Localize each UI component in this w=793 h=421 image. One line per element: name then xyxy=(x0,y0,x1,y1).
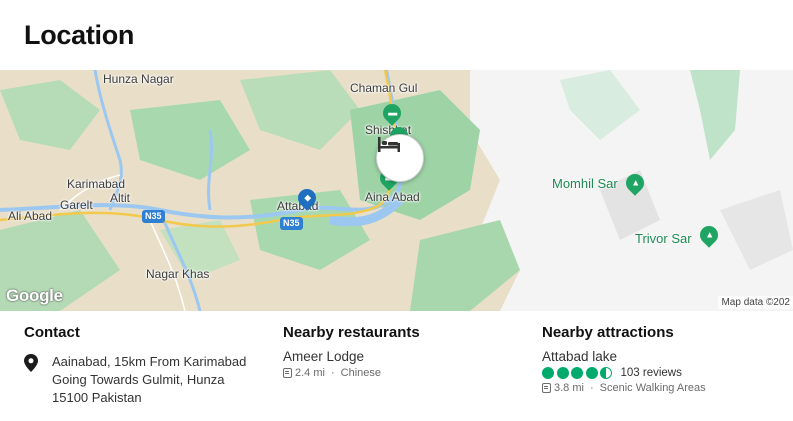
contact-section: Contact Aainabad, 15km From Karimabad Go… xyxy=(24,324,262,407)
distance-icon xyxy=(542,383,551,393)
map-label-nagar-khas: Nagar Khas xyxy=(146,267,210,281)
rating-bubble-icon xyxy=(571,367,583,379)
restaurant-distance: 2.4 mi xyxy=(295,367,325,379)
map-label-garelt: Garelt xyxy=(60,198,93,212)
map-label-karimabad: Karimabad xyxy=(67,177,126,191)
restaurants-section: Nearby restaurants Ameer Lodge 2.4 mi · … xyxy=(283,324,420,379)
map-label-momhil-sar: Momhil Sar xyxy=(552,176,618,191)
contact-heading: Contact xyxy=(24,324,80,341)
restaurant-cuisine: Chinese xyxy=(340,367,381,379)
map-attribution[interactable]: Map data ©202 xyxy=(718,296,793,309)
meta-separator: · xyxy=(589,382,594,394)
map-label-aina-abad: Aina Abad xyxy=(365,190,420,204)
bed-icon xyxy=(378,137,400,152)
google-logo: Google xyxy=(6,286,63,305)
attraction-meta: 3.8 mi · Scenic Walking Areas xyxy=(542,382,706,394)
map-label-trivor-sar: Trivor Sar xyxy=(635,231,692,246)
map[interactable]: Hunza Nagar Chaman Gul Shishkat Karimaba… xyxy=(0,70,793,311)
attraction-reviews[interactable]: 103 reviews xyxy=(621,367,682,379)
rating-bubble-icon xyxy=(585,367,598,379)
rating-bubble-icon xyxy=(556,367,569,379)
map-label-altit: Altit xyxy=(110,191,131,205)
map-label-hunza-nagar: Hunza Nagar xyxy=(103,72,174,86)
section-title: Location xyxy=(24,20,135,50)
rating-half-bubble-icon xyxy=(600,367,612,379)
contact-address: Aainabad, 15km From Karimabad Going Towa… xyxy=(52,354,247,405)
restaurant-name-link[interactable]: Ameer Lodge xyxy=(283,349,420,364)
attractions-section: Nearby attractions Attabad lake 103 revi… xyxy=(542,324,706,394)
attraction-distance: 3.8 mi xyxy=(554,382,584,394)
rating-bubble-icon xyxy=(542,367,554,379)
restaurants-heading: Nearby restaurants xyxy=(283,324,420,341)
location-pin-icon xyxy=(24,354,38,372)
distance-icon xyxy=(283,368,292,378)
attraction-rating: 103 reviews xyxy=(542,367,706,379)
road-shield-n35: N35 xyxy=(280,217,303,230)
map-label-chaman-gul: Chaman Gul xyxy=(350,81,418,95)
meta-separator: · xyxy=(330,367,335,379)
attractions-heading: Nearby attractions xyxy=(542,324,674,341)
restaurant-meta: 2.4 mi · Chinese xyxy=(283,367,420,379)
attraction-category: Scenic Walking Areas xyxy=(599,382,706,394)
map-label-ali-abad: Ali Abad xyxy=(8,209,53,223)
attraction-name-link[interactable]: Attabad lake xyxy=(542,349,706,364)
road-shield-n35: N35 xyxy=(142,210,165,223)
selected-hotel-marker[interactable] xyxy=(376,134,424,182)
